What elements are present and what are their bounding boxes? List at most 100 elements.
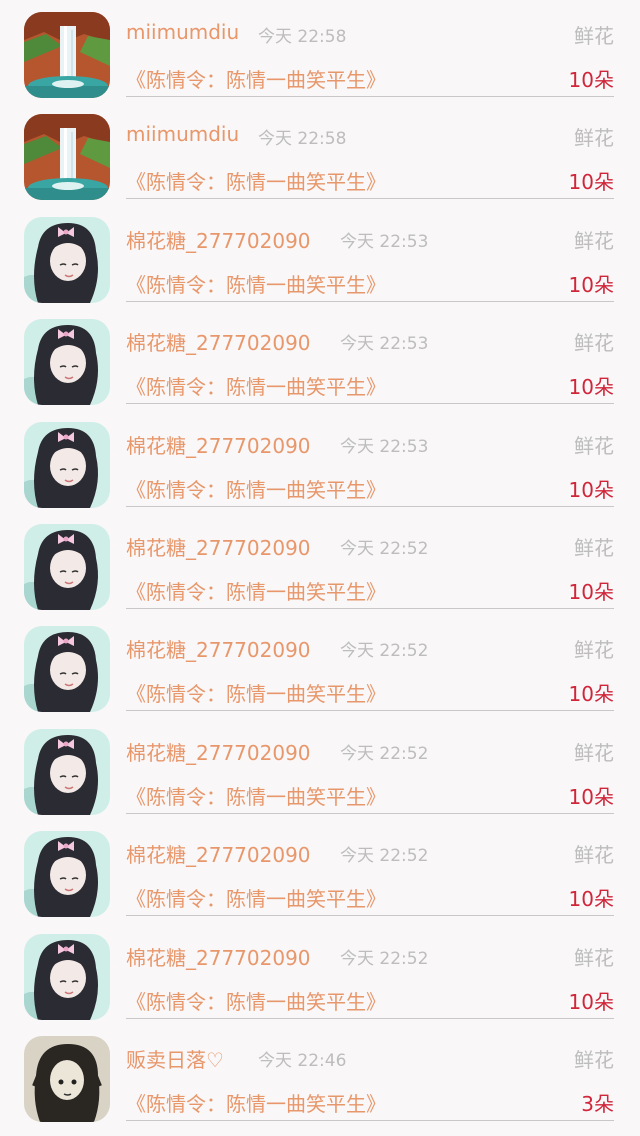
avatar[interactable] [24,729,110,815]
gift-type-label: 鲜花 [574,24,614,48]
row-divider [126,96,614,97]
username[interactable]: miimumdiu [126,122,239,146]
row-divider [126,915,614,917]
book-title-link[interactable]: 《陈情令：陈情一曲笑平生》 [126,781,386,810]
row-divider [126,710,614,712]
list-item[interactable]: miimumdiu 今天 22:58 鲜花《陈情令：陈情一曲笑平生》 10朵 [0,2,640,104]
list-item[interactable]: miimumdiu 今天 22:58 鲜花《陈情令：陈情一曲笑平生》 10朵 [0,104,640,206]
row-divider [126,300,614,302]
flower-count: 10朵 [568,68,614,92]
avatar-image [24,12,110,98]
flower-count: 10朵 [568,477,614,502]
timestamp: 今天 22:58 [258,129,347,150]
flower-count: 10朵 [568,580,614,604]
avatar-image [24,217,110,303]
book-title-link[interactable]: 《陈情令：陈情一曲笑平生》 [126,986,386,1015]
gift-type-label: 鲜花 [574,536,614,560]
username[interactable]: 棉花糖_277702090 [126,839,311,868]
avatar-image [24,524,110,610]
list-item[interactable]: 棉花糖_277702090 今天 22:52 鲜花《陈情令：陈情一曲笑平生》 10朵 [0,924,640,1026]
avatar[interactable] [24,12,110,98]
avatar-image [24,934,110,1020]
avatar[interactable] [24,217,110,303]
gift-type-label: 鲜花 [574,638,614,663]
list-item[interactable]: 棉花糖_277702090 今天 22:52 鲜花《陈情令：陈情一曲笑平生》 10朵 [0,719,640,821]
username[interactable]: 棉花糖_277702090 [126,634,311,663]
timestamp: 今天 22:52 [340,948,429,969]
flower-count: 10朵 [568,989,614,1014]
timestamp: 今天 22:52 [340,641,429,662]
book-title-link[interactable]: 《陈情令：陈情一曲笑平生》 [126,474,386,503]
gift-type-label: 鲜花 [574,433,614,458]
book-title-link[interactable]: 《陈情令：陈情一曲笑平生》 [126,678,386,707]
list-item[interactable]: 棉花糖_277702090 今天 22:53 鲜花《陈情令：陈情一曲笑平生》 10朵 [0,412,640,514]
timestamp: 今天 22:52 [340,743,429,764]
avatar[interactable] [24,831,110,917]
book-title-link[interactable]: 《陈情令：陈情一曲笑平生》 [126,64,386,93]
list-item[interactable]: 棉花糖_277702090 今天 22:52 鲜花《陈情令：陈情一曲笑平生》 10朵 [0,821,640,923]
list-item[interactable]: 棉花糖_277702090 今天 22:52 鲜花《陈情令：陈情一曲笑平生》 10朵 [0,616,640,718]
gift-type-label: 鲜花 [574,945,614,970]
gift-type-label: 鲜花 [574,331,614,356]
gift-type-label: 鲜花 [574,228,614,253]
gift-type-label: 鲜花 [574,1048,614,1072]
flower-count: 10朵 [568,887,614,912]
timestamp: 今天 22:53 [340,334,429,355]
gift-type-label: 鲜花 [574,843,614,868]
list-item[interactable]: 棉花糖_277702090 今天 22:52 鲜花《陈情令：陈情一曲笑平生》 10朵 [0,514,640,616]
timestamp: 今天 22:46 [258,1051,347,1071]
row-divider [126,812,614,814]
gift-record-list: miimumdiu 今天 22:58 鲜花 《陈情令：陈情一曲笑平生》 10朵 miimu… [0,0,640,1136]
avatar-image [24,729,110,815]
row-divider [126,505,614,507]
flower-count: 10朵 [568,170,614,195]
avatar-image [24,831,110,917]
book-title-link[interactable]: 《陈情令：陈情一曲笑平生》 [126,883,386,912]
book-title-link[interactable]: 《陈情令：陈情一曲笑平生》 [126,269,386,298]
username[interactable]: 贩卖日落♡ [126,1044,224,1073]
row-divider [126,608,614,609]
avatar-image [24,1036,110,1122]
timestamp: 今天 22:53 [340,231,429,252]
avatar[interactable] [24,114,110,200]
flower-count: 10朵 [568,784,614,809]
avatar-image [24,114,110,200]
timestamp: 今天 22:52 [340,539,429,559]
username[interactable]: 棉花糖_277702090 [126,942,311,971]
book-title-link[interactable]: 《陈情令：陈情一曲笑平生》 [126,166,386,195]
gift-type-label: 鲜花 [574,126,614,151]
row-divider [126,1120,614,1121]
avatar[interactable] [24,1036,110,1122]
username[interactable]: 棉花糖_277702090 [126,327,311,356]
flower-count: 10朵 [568,682,614,707]
username[interactable]: 棉花糖_277702090 [126,737,311,766]
book-title-link[interactable]: 《陈情令：陈情一曲笑平生》 [126,576,386,605]
timestamp: 今天 22:52 [340,846,429,867]
avatar[interactable] [24,422,110,508]
avatar[interactable] [24,626,110,712]
gift-type-label: 鲜花 [574,740,614,765]
flower-count: 10朵 [568,375,614,400]
row-divider [126,403,614,405]
timestamp: 今天 22:53 [340,436,429,457]
list-item[interactable]: 棉花糖_277702090 今天 22:53 鲜花《陈情令：陈情一曲笑平生》 10朵 [0,309,640,411]
avatar[interactable] [24,319,110,405]
row-divider [126,1017,614,1019]
flower-count: 10朵 [568,272,614,297]
list-item[interactable]: 棉花糖_277702090 今天 22:53 鲜花《陈情令：陈情一曲笑平生》 10朵 [0,207,640,309]
book-title-link[interactable]: 《陈情令：陈情一曲笑平生》 [126,371,386,400]
row-divider [126,198,614,200]
avatar-image [24,319,110,405]
avatar[interactable] [24,524,110,610]
username[interactable]: 棉花糖_277702090 [126,532,311,561]
avatar[interactable] [24,934,110,1020]
list-item[interactable]: 贩卖日落♡ 今天 22:46 鲜花《陈情令：陈情一曲笑平生》 3朵 [0,1026,640,1128]
avatar-image [24,626,110,712]
username[interactable]: 棉花糖_277702090 [126,430,311,459]
flower-count: 3朵 [581,1092,614,1116]
username[interactable]: miimumdiu [126,20,239,44]
avatar-image [24,422,110,508]
timestamp: 今天 22:58 [258,27,347,47]
book-title-link[interactable]: 《陈情令：陈情一曲笑平生》 [126,1088,386,1117]
username[interactable]: 棉花糖_277702090 [126,225,311,254]
